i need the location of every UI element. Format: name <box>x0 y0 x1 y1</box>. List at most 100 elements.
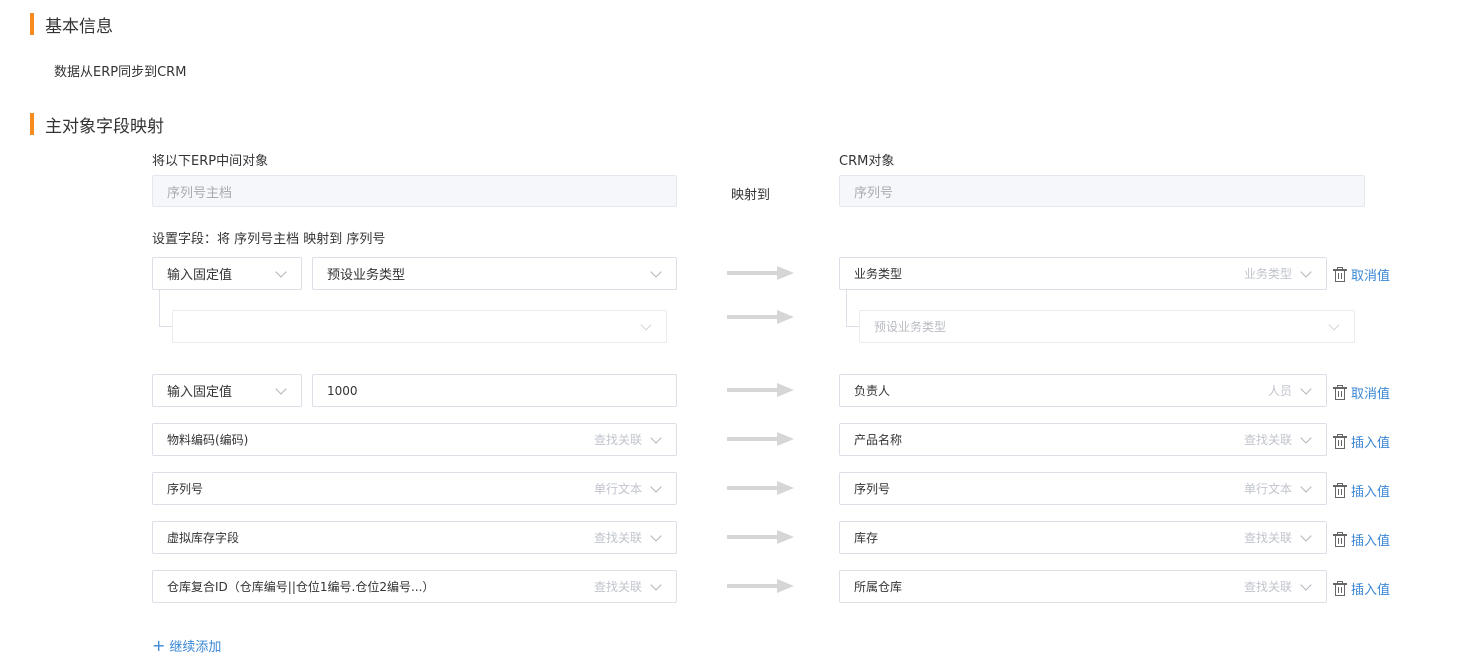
chevron-down-icon <box>275 265 287 278</box>
source-type-select[interactable]: 输入固定值 <box>152 374 302 407</box>
add-more-label: 继续添加 <box>169 640 222 655</box>
target-field-value: 负责人 <box>854 384 891 398</box>
insert-value-button[interactable]: 插入值 <box>1333 481 1390 500</box>
chevron-down-icon <box>275 382 287 395</box>
source-field-select[interactable]: 仓库复合ID（仓库编号||仓位1编号.仓位2编号...） 查找关联 <box>152 570 677 603</box>
source-field-type: 查找关联 <box>593 433 642 447</box>
source-field-value: 序列号 <box>167 482 204 496</box>
trash-icon <box>1333 532 1347 547</box>
chevron-down-icon <box>1300 265 1312 278</box>
source-field-value: 仓库复合ID（仓库编号||仓位1编号.仓位2编号...） <box>167 580 435 594</box>
source-field-select[interactable]: 虚拟库存字段 查找关联 <box>152 521 677 554</box>
source-value-select[interactable]: 预设业务类型 <box>312 257 677 290</box>
trash-icon <box>1333 483 1347 498</box>
add-more-button[interactable]: + 继续添加 <box>152 636 221 655</box>
chevron-down-icon <box>650 480 662 493</box>
insert-value-button[interactable]: 插入值 <box>1333 579 1390 598</box>
fixed-value-input[interactable]: 1000 <box>312 374 677 407</box>
section-accent-bar <box>30 13 34 35</box>
sub-target-select[interactable]: 预设业务类型 <box>859 310 1355 343</box>
sub-connector <box>846 290 859 327</box>
target-field-select[interactable]: 业务类型 业务类型 <box>839 257 1327 290</box>
trash-icon <box>1333 434 1347 449</box>
source-field-value: 物料编码(编码) <box>167 433 249 447</box>
source-field-type: 查找关联 <box>593 531 642 545</box>
insert-value-button[interactable]: 插入值 <box>1333 432 1390 451</box>
target-field-select[interactable]: 产品名称 查找关联 <box>839 423 1327 456</box>
plus-icon: + <box>152 635 166 655</box>
action-label: 插入值 <box>1351 436 1391 451</box>
target-field-type: 查找关联 <box>1243 433 1292 447</box>
target-field-type: 人员 <box>1267 384 1292 398</box>
action-label: 插入值 <box>1351 583 1391 598</box>
action-label: 插入值 <box>1351 485 1391 500</box>
arrow-right-icon <box>727 579 795 593</box>
action-label: 取消值 <box>1351 269 1391 284</box>
section-title-mapping: 主对象字段映射 <box>45 116 164 137</box>
arrow-right-icon <box>727 383 795 397</box>
source-field-select[interactable]: 序列号 单行文本 <box>152 472 677 505</box>
source-type-value: 输入固定值 <box>167 385 233 400</box>
chevron-down-icon <box>1300 431 1312 444</box>
chevron-down-icon <box>1300 382 1312 395</box>
arrow-right-icon <box>727 481 795 495</box>
target-field-type: 业务类型 <box>1243 267 1292 281</box>
chevron-down-icon <box>640 318 652 331</box>
map-to-label: 映射到 <box>731 188 771 203</box>
section-accent-bar <box>30 113 34 135</box>
erp-object-field: 序列号主档 <box>152 175 677 207</box>
target-field-select[interactable]: 负责人 人员 <box>839 374 1327 407</box>
chevron-down-icon <box>1300 480 1312 493</box>
target-field-select[interactable]: 库存 查找关联 <box>839 521 1327 554</box>
sync-direction-text: 数据从ERP同步到CRM <box>54 65 187 80</box>
crm-object-field: 序列号 <box>839 175 1365 207</box>
insert-value-button[interactable]: 插入值 <box>1333 530 1390 549</box>
source-type-select[interactable]: 输入固定值 <box>152 257 302 290</box>
chevron-down-icon <box>650 265 662 278</box>
action-label: 插入值 <box>1351 534 1391 549</box>
sub-target-value: 预设业务类型 <box>874 320 947 334</box>
chevron-down-icon <box>1328 318 1340 331</box>
arrow-right-icon <box>727 530 795 544</box>
target-field-value: 业务类型 <box>854 267 903 281</box>
arrow-right-icon <box>727 266 795 280</box>
cancel-value-button[interactable]: 取消值 <box>1333 383 1390 402</box>
section-title-basic: 基本信息 <box>45 16 113 37</box>
target-field-value: 序列号 <box>854 482 891 496</box>
trash-icon <box>1333 581 1347 596</box>
target-field-type: 查找关联 <box>1243 531 1292 545</box>
chevron-down-icon <box>650 529 662 542</box>
target-field-type: 单行文本 <box>1243 482 1292 496</box>
arrow-right-icon <box>727 432 795 446</box>
erp-object-value: 序列号主档 <box>167 185 233 201</box>
section-basic-info: 基本信息 <box>30 13 113 37</box>
chevron-down-icon <box>1300 529 1312 542</box>
fixed-value: 1000 <box>327 383 358 398</box>
target-field-type: 查找关联 <box>1243 580 1292 594</box>
crm-object-label: CRM对象 <box>839 154 895 169</box>
chevron-down-icon <box>1300 578 1312 591</box>
crm-object-value: 序列号 <box>854 185 894 201</box>
target-field-value: 所属仓库 <box>854 580 903 594</box>
setting-fields-text: 设置字段：将 序列号主档 映射到 序列号 <box>152 232 386 247</box>
chevron-down-icon <box>650 431 662 444</box>
target-field-select[interactable]: 序列号 单行文本 <box>839 472 1327 505</box>
target-field-value: 库存 <box>854 531 879 545</box>
source-type-value: 输入固定值 <box>167 268 233 283</box>
sub-connector <box>159 290 172 327</box>
sub-source-select[interactable] <box>172 310 667 343</box>
target-field-select[interactable]: 所属仓库 查找关联 <box>839 570 1327 603</box>
source-field-type: 查找关联 <box>593 580 642 594</box>
source-value: 预设业务类型 <box>327 268 406 283</box>
action-label: 取消值 <box>1351 387 1391 402</box>
source-field-type: 单行文本 <box>593 482 642 496</box>
erp-object-label: 将以下ERP中间对象 <box>152 154 269 169</box>
target-field-value: 产品名称 <box>854 433 903 447</box>
source-field-select[interactable]: 物料编码(编码) 查找关联 <box>152 423 677 456</box>
arrow-right-icon <box>727 310 795 324</box>
trash-icon <box>1333 267 1347 282</box>
source-field-value: 虚拟库存字段 <box>167 531 240 545</box>
cancel-value-button[interactable]: 取消值 <box>1333 265 1390 284</box>
section-field-mapping: 主对象字段映射 <box>30 113 164 137</box>
trash-icon <box>1333 385 1347 400</box>
